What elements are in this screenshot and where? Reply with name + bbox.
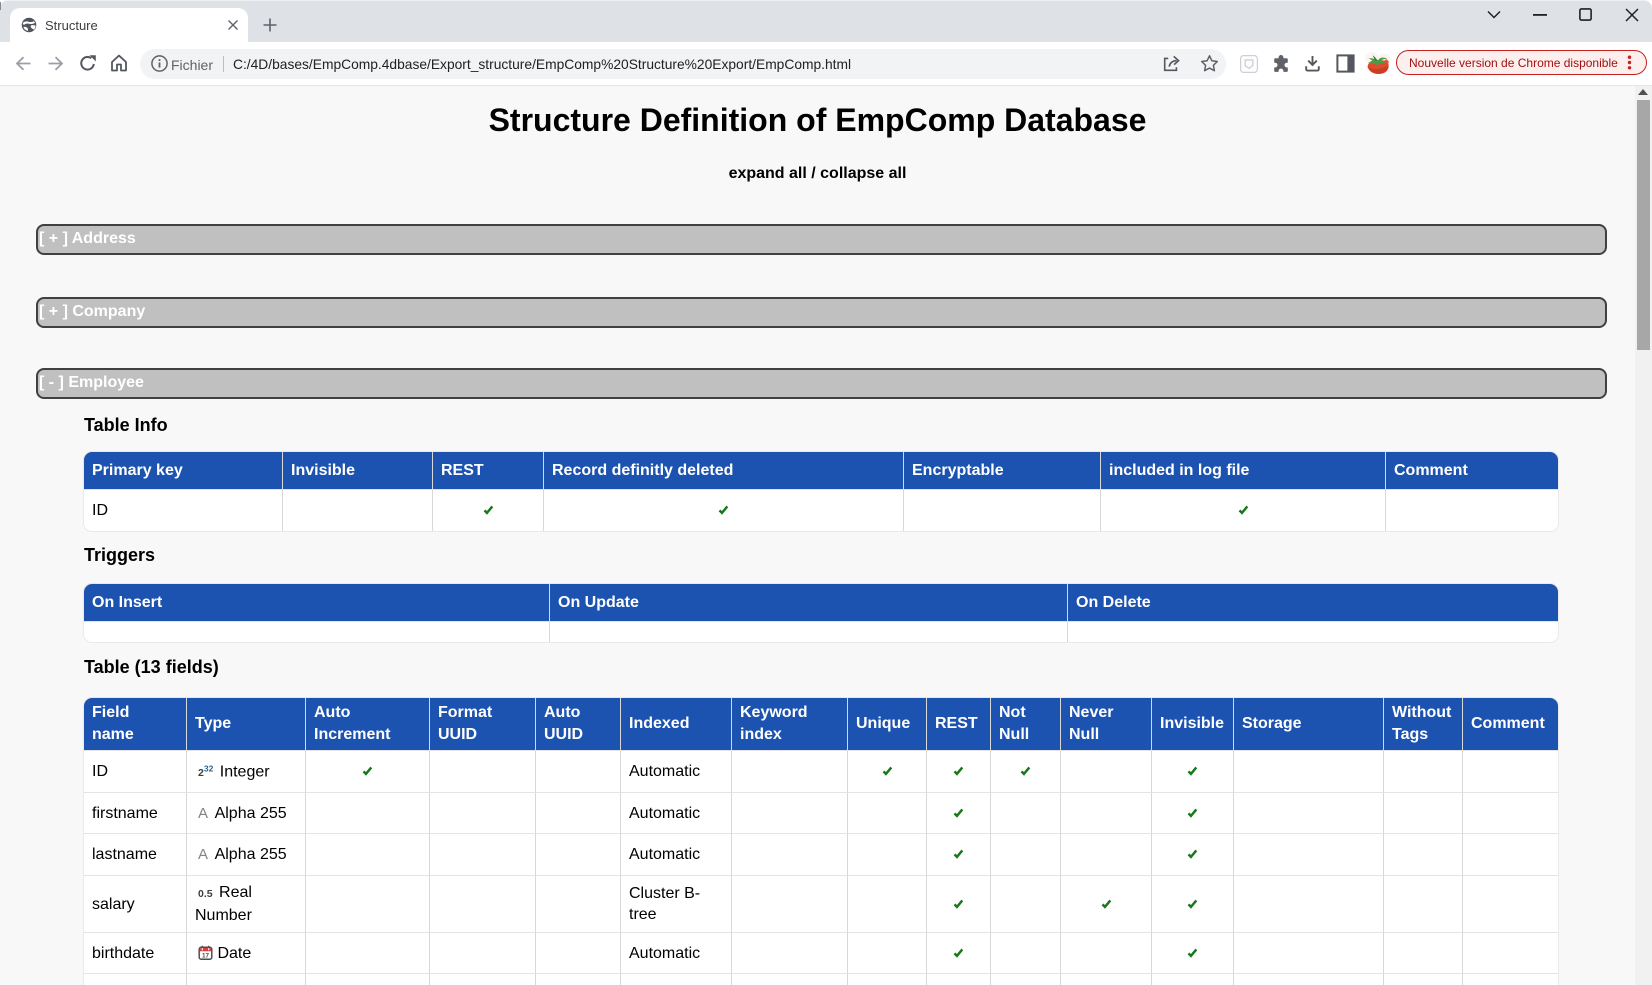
svg-text:17: 17 (202, 952, 210, 959)
